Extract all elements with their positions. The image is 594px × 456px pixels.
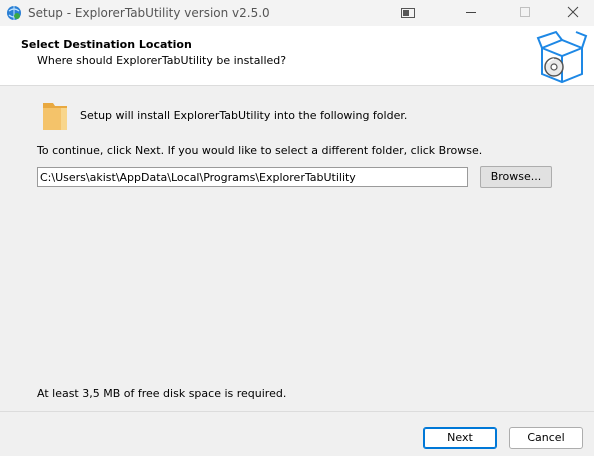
maximize-button[interactable] bbox=[513, 0, 537, 26]
close-icon bbox=[567, 6, 579, 18]
cancel-button[interactable]: Cancel bbox=[509, 427, 583, 449]
window-gripper-icon[interactable] bbox=[401, 8, 415, 21]
page-title: Select Destination Location bbox=[21, 38, 192, 51]
folder-icon bbox=[41, 100, 69, 135]
destination-path-input[interactable] bbox=[37, 167, 468, 187]
instruction-text: To continue, click Next. If you would li… bbox=[37, 144, 483, 157]
disk-space-text: At least 3,5 MB of free disk space is re… bbox=[37, 387, 287, 400]
wizard-footer bbox=[0, 411, 594, 456]
setup-globe-icon bbox=[6, 5, 22, 21]
maximize-icon bbox=[520, 7, 530, 17]
page-subtitle: Where should ExplorerTabUtility be insta… bbox=[37, 54, 287, 67]
installer-box-icon bbox=[534, 30, 588, 87]
wizard-header: Select Destination Location Where should… bbox=[0, 26, 594, 86]
install-info-text: Setup will install ExplorerTabUtility in… bbox=[80, 109, 408, 122]
minimize-button[interactable] bbox=[459, 0, 483, 26]
minimize-icon bbox=[466, 12, 476, 13]
browse-button[interactable]: Browse... bbox=[480, 166, 552, 188]
window-title: Setup - ExplorerTabUtility version v2.5.… bbox=[28, 6, 270, 20]
close-button[interactable] bbox=[561, 0, 585, 26]
next-button[interactable]: Next bbox=[423, 427, 497, 449]
title-bar: Setup - ExplorerTabUtility version v2.5.… bbox=[0, 0, 594, 26]
